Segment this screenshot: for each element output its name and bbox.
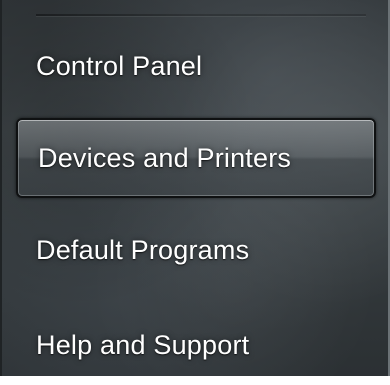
menu-item-default-programs[interactable]: Default Programs (16, 210, 376, 290)
start-menu-right-pane: Control Panel Devices and Printers Defau… (0, 0, 390, 376)
menu-item-control-panel[interactable]: Control Panel (16, 26, 376, 106)
menu-item-help-and-support[interactable]: Help and Support (16, 305, 376, 385)
menu-item-devices-and-printers[interactable]: Devices and Printers (16, 118, 376, 198)
menu-separator (36, 14, 366, 17)
